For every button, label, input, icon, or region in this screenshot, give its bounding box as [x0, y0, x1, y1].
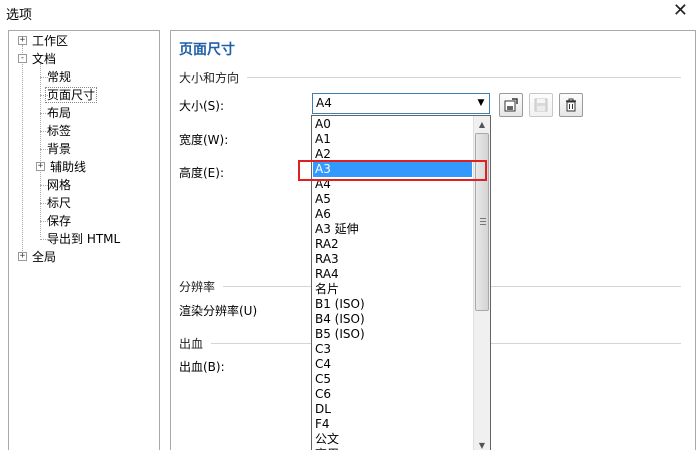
dropdown-option[interactable]: 公文	[313, 432, 472, 447]
tree-item-label: 标尺	[47, 196, 72, 210]
width-label: 宽度(W):	[179, 133, 229, 147]
size-label: 大小(S):	[179, 99, 225, 113]
divider	[247, 77, 681, 78]
section-resolution: 分辨率	[179, 280, 216, 294]
size-select-value: A4	[316, 96, 332, 110]
dropdown-option[interactable]: A1	[313, 132, 472, 147]
tree-item[interactable]: 标签	[45, 122, 73, 140]
tree-item[interactable]: 常规	[45, 68, 73, 86]
tree-item-label: 背景	[47, 142, 72, 156]
tree-connector	[40, 203, 48, 204]
dropdown-option[interactable]: B4 (ISO)	[313, 312, 472, 327]
collapse-icon[interactable]: -	[18, 54, 27, 63]
tree-item[interactable]: 页面尺寸	[45, 86, 98, 104]
dropdown-option[interactable]: A0	[313, 117, 472, 132]
tree-item-label: 文档	[32, 52, 57, 66]
dropdown-option[interactable]: DL	[313, 402, 472, 417]
dropdown-option[interactable]: B1 (ISO)	[313, 297, 472, 312]
dropdown-option[interactable]: A6	[313, 207, 472, 222]
title-bar: 选项 ✕	[0, 0, 700, 24]
render-resolution-label: 渲染分辨率(U)	[179, 304, 258, 318]
tree-item[interactable]: 网格	[45, 176, 73, 194]
expand-icon[interactable]: +	[18, 36, 27, 45]
tree-connector	[40, 113, 48, 114]
tree-item[interactable]: 导出到 HTML	[45, 230, 122, 248]
tree-item-label: 辅助线	[50, 160, 87, 174]
tree-item-label: 全局	[32, 250, 57, 264]
tree-item-label: 网格	[47, 178, 72, 192]
dropdown-option[interactable]: A5	[313, 192, 472, 207]
tree-item[interactable]: 辅助线	[48, 158, 88, 176]
tree-connector	[40, 131, 48, 132]
tree-connector	[40, 63, 41, 237]
dropdown-option[interactable]: B5 (ISO)	[313, 327, 472, 342]
page-title: 页面尺寸	[179, 42, 235, 58]
tree-item[interactable]: 文档	[30, 50, 58, 68]
section-size-orientation: 大小和方向	[179, 71, 240, 85]
expand-icon[interactable]: +	[36, 162, 45, 171]
dropdown-option[interactable]: 名片	[313, 282, 472, 297]
expand-icon[interactable]: +	[18, 252, 27, 261]
dropdown-option[interactable]: C3	[313, 342, 472, 357]
height-label: 高度(E):	[179, 166, 224, 180]
tree-item[interactable]: 布局	[45, 104, 73, 122]
section-bleed: 出血	[179, 337, 204, 351]
options-tree[interactable]: 工作区 + 文档 - 常规 页面尺寸 布局 标签 背景 辅助线 + 网格 标尺 保存 导出到 HTML 全局 +	[8, 30, 160, 450]
tree-connector	[40, 221, 48, 222]
tree-item[interactable]: 工作区	[30, 32, 70, 50]
highlight-annotation	[298, 160, 487, 181]
dropdown-option[interactable]: RA3	[313, 252, 472, 267]
tree-item-label: 工作区	[32, 34, 69, 48]
tree-item-label: 标签	[47, 124, 72, 138]
tree-connector	[22, 45, 23, 257]
save-preset-icon	[504, 98, 518, 112]
tree-item[interactable]: 保存	[45, 212, 73, 230]
scroll-up-icon[interactable]: ▲	[474, 116, 490, 133]
delete-button[interactable]	[559, 93, 583, 117]
tree-item[interactable]: 标尺	[45, 194, 73, 212]
tree-connector	[40, 77, 48, 78]
dropdown-option[interactable]: F4	[313, 417, 472, 432]
save-button[interactable]	[529, 93, 553, 117]
bleed-label: 出血(B):	[179, 360, 225, 374]
tree-connector	[40, 185, 48, 186]
dropdown-option[interactable]: C4	[313, 357, 472, 372]
trash-icon	[566, 98, 576, 112]
chevron-down-icon[interactable]: ▼	[473, 94, 489, 113]
tree-item-label: 保存	[47, 214, 72, 228]
dropdown-option[interactable]: C6	[313, 387, 472, 402]
close-icon[interactable]: ✕	[673, 1, 688, 21]
dropdown-option[interactable]: C5	[313, 372, 472, 387]
dropdown-option[interactable]: RA2	[313, 237, 472, 252]
size-select[interactable]: A4 ▼	[312, 93, 490, 114]
tree-connector	[40, 239, 48, 240]
save-preset-button[interactable]	[499, 93, 523, 117]
tree-item-label: 布局	[47, 106, 72, 120]
tree-item-label: 常规	[47, 70, 72, 84]
tree-item-label: 导出到 HTML	[47, 232, 121, 246]
tree-connector	[40, 95, 48, 96]
dropdown-option[interactable]: RA4	[313, 267, 472, 282]
tree-item[interactable]: 背景	[45, 140, 73, 158]
tree-connector	[40, 149, 48, 150]
window-title: 选项	[6, 8, 33, 23]
dropdown-option[interactable]: A3 延伸	[313, 222, 472, 237]
disk-icon	[534, 98, 548, 112]
scroll-down-icon[interactable]: ▼	[474, 437, 490, 450]
tree-item[interactable]: 全局	[30, 248, 58, 266]
tree-item-label: 页面尺寸	[45, 87, 98, 103]
